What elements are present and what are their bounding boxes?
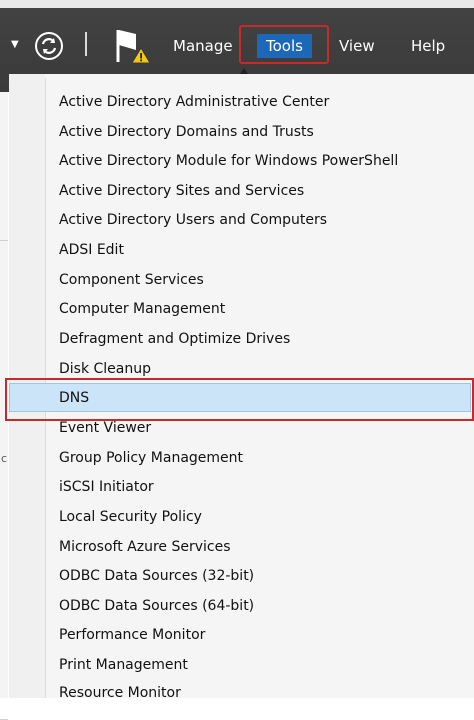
menu-item-event-viewer[interactable]: Event Viewer <box>59 419 151 437</box>
menu-item-ad-domains-trusts[interactable]: Active Directory Domains and Trusts <box>59 123 314 141</box>
menu-item-computer-management[interactable]: Computer Management <box>59 300 225 318</box>
notification-flag-icon[interactable] <box>112 26 152 70</box>
warning-icon <box>131 47 151 64</box>
dns-highlight-box <box>5 378 474 421</box>
menu-item-resource-monitor[interactable]: Resource Monitor <box>59 684 181 702</box>
menu-item-component-services[interactable]: Component Services <box>59 271 204 289</box>
menu-item-ad-admin-center[interactable]: Active Directory Administrative Center <box>59 93 329 111</box>
menu-item-local-security-policy[interactable]: Local Security Policy <box>59 508 202 526</box>
menu-item-performance-monitor[interactable]: Performance Monitor <box>59 626 205 644</box>
menu-item-adsi-edit[interactable]: ADSI Edit <box>59 241 124 259</box>
menu-item-group-policy[interactable]: Group Policy Management <box>59 449 243 467</box>
menu-item-odbc-32[interactable]: ODBC Data Sources (32-bit) <box>59 567 254 585</box>
menu-help[interactable]: Help <box>411 37 445 55</box>
menu-item-azure-services[interactable]: Microsoft Azure Services <box>59 538 231 556</box>
menu-item-disk-cleanup[interactable]: Disk Cleanup <box>59 360 151 378</box>
dropdown-arrow-icon[interactable]: ▼ <box>11 40 19 50</box>
background-text-fragment: c <box>1 452 8 465</box>
menu-item-defragment[interactable]: Defragment and Optimize Drives <box>59 330 290 348</box>
menu-caret-icon <box>240 68 248 74</box>
refresh-icon[interactable] <box>33 30 65 66</box>
menu-item-ad-sites-services[interactable]: Active Directory Sites and Services <box>59 182 304 200</box>
menu-manage[interactable]: Manage <box>173 37 233 55</box>
menu-item-odbc-64[interactable]: ODBC Data Sources (64-bit) <box>59 597 254 615</box>
tools-highlight-box <box>239 25 329 64</box>
title-strip <box>0 0 474 8</box>
background-divider <box>0 240 8 241</box>
menu-item-print-management[interactable]: Print Management <box>59 656 188 674</box>
menu-item-iscsi-initiator[interactable]: iSCSI Initiator <box>59 478 154 496</box>
menu-view[interactable]: View <box>339 37 375 55</box>
menu-item-ad-powershell-module[interactable]: Active Directory Module for Windows Powe… <box>59 152 398 170</box>
menu-item-ad-users-computers[interactable]: Active Directory Users and Computers <box>59 211 327 229</box>
toolbar-separator <box>85 32 87 56</box>
